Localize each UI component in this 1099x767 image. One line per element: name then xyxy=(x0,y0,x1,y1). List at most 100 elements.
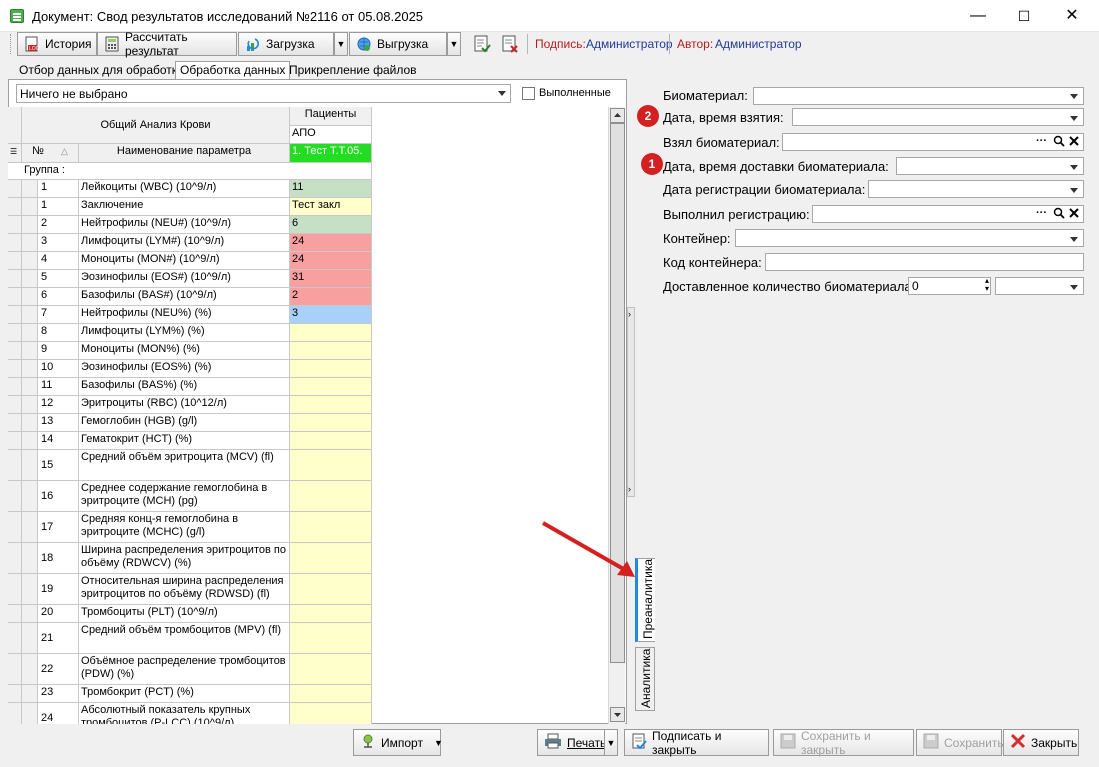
tab-data-processing[interactable]: Обработка данных xyxy=(175,61,291,80)
tab-analytics[interactable]: Аналитика xyxy=(635,647,655,711)
biomaterial-select[interactable] xyxy=(753,87,1084,105)
value-cell[interactable]: 6 xyxy=(290,216,372,234)
registered-by-field[interactable]: ··· xyxy=(812,205,1084,223)
export-dropdown-arrow[interactable]: ▼ xyxy=(447,32,461,56)
completed-checkbox[interactable] xyxy=(522,87,535,100)
value-cell[interactable] xyxy=(290,396,372,414)
app-icon xyxy=(10,9,24,23)
value-cell[interactable] xyxy=(290,432,372,450)
value-cell[interactable] xyxy=(290,481,372,512)
scroll-up-button[interactable] xyxy=(610,108,625,123)
registration-date-field[interactable] xyxy=(868,180,1084,198)
row-number: 12 xyxy=(38,396,79,414)
close-window-button[interactable]: ✕ xyxy=(1049,0,1095,32)
col-num-header[interactable]: № △ xyxy=(22,144,79,163)
parameter-name: Объёмное распределение тромбоцитов (PDW)… xyxy=(79,654,290,685)
export-button[interactable]: Выгрузка xyxy=(349,32,447,56)
value-cell[interactable] xyxy=(290,605,372,623)
value-cell[interactable] xyxy=(290,623,372,654)
value-cell[interactable]: 2 xyxy=(290,288,372,306)
value-cell[interactable]: 11 xyxy=(290,180,372,198)
value-cell[interactable] xyxy=(290,703,372,724)
delivered-qty-input[interactable]: 0 ▴ ▾ xyxy=(908,277,991,295)
delivery-datetime-label: Дата, время доставки биоматериала: xyxy=(663,159,889,174)
value-cell[interactable] xyxy=(290,543,372,574)
value-cell[interactable] xyxy=(290,574,372,605)
calculate-result-button[interactable]: Рассчитать результат xyxy=(97,30,237,58)
import-button[interactable]: Импорт ▼ xyxy=(353,729,443,756)
parameter-name: Моноциты (MON%) (%) xyxy=(79,342,290,360)
row-indent xyxy=(22,306,38,324)
annotation-badge-2: 2 xyxy=(637,105,659,127)
tab-data-selection[interactable]: Отбор данных для обработки xyxy=(14,61,189,79)
save-and-close-button[interactable]: Сохранить и закрыть xyxy=(773,729,914,757)
delivered-qty-unit-select[interactable] xyxy=(995,277,1084,295)
value-cell[interactable] xyxy=(290,512,372,543)
save-button[interactable]: Сохранить xyxy=(916,729,1004,756)
close-icon xyxy=(1010,733,1026,752)
value-cell[interactable] xyxy=(290,324,372,342)
maximize-button[interactable]: ☐ xyxy=(1001,0,1047,32)
checklist-icon[interactable] xyxy=(472,34,492,54)
col-name-header[interactable]: Наименование параметра xyxy=(79,144,290,163)
load-dropdown-arrow[interactable]: ▼ xyxy=(334,32,348,56)
minimize-button[interactable]: — xyxy=(955,0,1001,32)
row-indent xyxy=(22,252,38,270)
row-indicator xyxy=(8,512,22,543)
row-number: 20 xyxy=(38,605,79,623)
row-menu-icon[interactable]: ☰ xyxy=(8,144,22,163)
parameter-name: Средний объём эритроцита (MCV) (fl) xyxy=(79,450,290,481)
taken-by-field[interactable]: ··· xyxy=(782,133,1084,151)
print-button[interactable]: Печать xyxy=(537,729,606,756)
load-icon xyxy=(245,36,261,52)
filter-select[interactable]: Ничего не выбрано xyxy=(16,84,511,103)
print-dropdown-arrow[interactable]: ▼ xyxy=(604,729,618,756)
row-number: 19 xyxy=(38,574,79,605)
value-cell[interactable] xyxy=(290,654,372,685)
value-cell[interactable] xyxy=(290,414,372,432)
value-cell[interactable]: 31 xyxy=(290,270,372,288)
filter-select-value: Ничего не выбрано xyxy=(20,87,128,101)
container-code-input[interactable] xyxy=(765,253,1084,271)
parameter-name: Эритроциты (RBC) (10^12/л) xyxy=(79,396,290,414)
row-indicator xyxy=(8,288,22,306)
annotation-badge-1: 1 xyxy=(641,153,663,175)
history-button[interactable]: LOG История xyxy=(17,32,97,56)
load-button[interactable]: Загрузка xyxy=(238,32,334,56)
patient-col-header[interactable]: 1. Тест Т.Т.05. xyxy=(290,144,372,163)
registration-date-label: Дата регистрации биоматериала: xyxy=(663,182,866,197)
value-cell[interactable] xyxy=(290,685,372,703)
row-indent xyxy=(22,654,38,685)
author-value: Администратор xyxy=(715,37,802,51)
value-cell[interactable]: Тест закл xyxy=(290,198,372,216)
grid-scrollbar[interactable] xyxy=(608,107,625,724)
row-indent xyxy=(22,234,38,252)
value-cell[interactable] xyxy=(290,342,372,360)
value-cell[interactable] xyxy=(290,450,372,481)
close-button[interactable]: Закрыть xyxy=(1003,729,1079,756)
container-select[interactable] xyxy=(735,229,1084,247)
signature-label: Подпись: xyxy=(535,37,586,51)
value-cell[interactable]: 24 xyxy=(290,252,372,270)
panel-splitter[interactable]: › › xyxy=(627,79,635,724)
results-grid: Общий Анализ Крови Пациенты АПО ☰ № △ На… xyxy=(8,107,372,724)
close-icon xyxy=(1068,135,1080,150)
parameter-name: Нейтрофилы (NEU%) (%) xyxy=(79,306,290,324)
sign-and-close-button[interactable]: Подписать и закрыть xyxy=(624,729,769,757)
value-cell[interactable] xyxy=(290,360,372,378)
row-indent xyxy=(22,481,38,512)
value-cell[interactable] xyxy=(290,378,372,396)
unsign-icon[interactable] xyxy=(500,34,520,54)
container-code-label: Код контейнера: xyxy=(663,255,762,270)
value-cell[interactable]: 3 xyxy=(290,306,372,324)
scroll-down-button[interactable] xyxy=(610,707,625,722)
chevron-down-icon xyxy=(1069,112,1079,122)
row-indicator xyxy=(8,324,22,342)
row-indent xyxy=(22,360,38,378)
value-cell[interactable]: 24 xyxy=(290,234,372,252)
delivery-datetime-field[interactable] xyxy=(896,157,1084,175)
row-number: 24 xyxy=(38,703,79,724)
taken-datetime-field[interactable] xyxy=(792,108,1084,126)
row-number: 7 xyxy=(38,306,79,324)
tab-file-attachments[interactable]: Прикрепление файлов xyxy=(284,61,422,79)
